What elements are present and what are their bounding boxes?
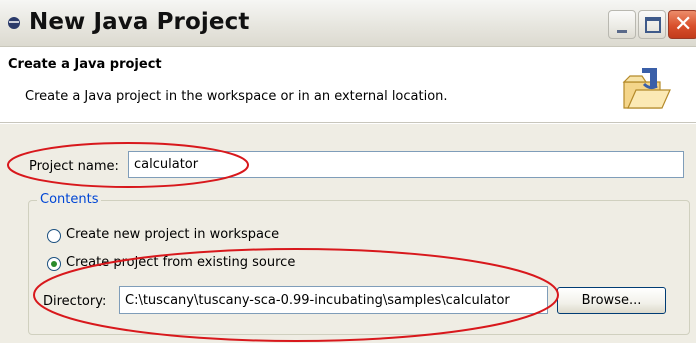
- project-name-input[interactable]: calculator: [128, 151, 684, 178]
- minimize-icon: [617, 30, 627, 33]
- directory-input[interactable]: C:\tuscany\tuscany-sca-0.99-incubating\s…: [119, 286, 548, 314]
- minimize-button[interactable]: [608, 10, 636, 39]
- close-icon: ✕: [674, 12, 693, 37]
- wizard-page-title: Create a Java project: [8, 57, 162, 72]
- create-new-project-radio[interactable]: [47, 229, 61, 243]
- browse-button[interactable]: Browse...: [557, 287, 666, 314]
- directory-label: Directory:: [43, 294, 107, 309]
- maximize-icon: [645, 17, 661, 33]
- create-from-source-label[interactable]: Create project from existing source: [66, 255, 295, 270]
- contents-legend: Contents: [37, 192, 102, 207]
- wizard-content: Project name: calculator Contents Create…: [0, 124, 696, 343]
- java-cup-icon: [8, 17, 20, 29]
- project-name-label: Project name:: [29, 159, 119, 174]
- wizard-header: Create a Java project Create a Java proj…: [0, 48, 696, 123]
- create-new-project-label[interactable]: Create new project in workspace: [66, 227, 279, 242]
- maximize-button[interactable]: [638, 10, 666, 39]
- wizard-page-description: Create a Java project in the workspace o…: [25, 89, 448, 104]
- close-button[interactable]: ✕: [668, 10, 696, 39]
- title-bar[interactable]: New Java Project ✕: [0, 0, 696, 47]
- create-from-source-radio[interactable]: [47, 257, 61, 271]
- window-title: New Java Project: [29, 9, 250, 35]
- java-project-folder-icon: [622, 68, 671, 109]
